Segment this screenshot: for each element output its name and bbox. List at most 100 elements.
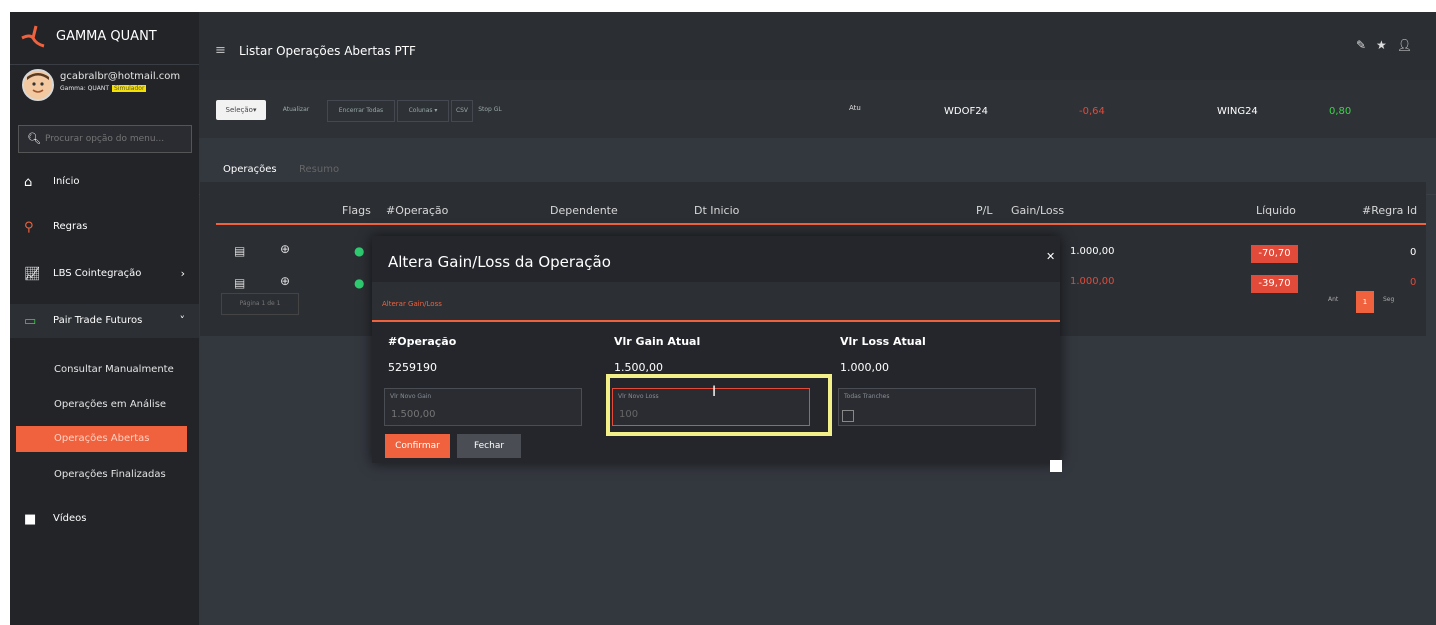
tab-operacoes[interactable]: Operações [223, 164, 277, 175]
page-title: Listar Operações Abertas PTF [239, 44, 416, 58]
user-role: Gamma: QUANT Simulador [60, 85, 147, 92]
submenu-analise[interactable]: Operações em Análise [54, 399, 166, 410]
detail-icon[interactable]: ▤ [234, 276, 245, 290]
pager-next[interactable]: Seg [1383, 296, 1394, 303]
menu-toggle-icon[interactable]: ≡ [215, 43, 226, 58]
col-dt-inicio[interactable]: Dt Inicio [694, 204, 739, 217]
close-icon[interactable]: ✕ [1046, 250, 1055, 263]
modal-title: Altera Gain/Loss da Operação [388, 253, 611, 271]
sidebar-item-label: LBS Cointegração [53, 268, 142, 279]
col-regra-id[interactable]: #Regra Id [1362, 204, 1417, 217]
sidebar-item-label: Vídeos [53, 513, 87, 524]
sidebar-item-lbs[interactable]: 📈︎ LBS Cointegração › [10, 257, 199, 291]
menu-search-input[interactable] [43, 130, 187, 148]
user-role-text: Gamma: QUANT [60, 85, 109, 92]
table-header-line [216, 223, 1426, 225]
submenu-abertas[interactable]: Operações Abertas [16, 426, 187, 452]
colunas-button[interactable]: Colunas ▾ [397, 100, 449, 122]
toolbar: Seleção▾ Atualizar Encerrar Todas Coluna… [199, 80, 1436, 138]
label-gain-atual: Vlr Gain Atual [614, 335, 701, 348]
tranches-field: Todas Tranches [838, 388, 1036, 426]
row-1-regra: 0 [1410, 247, 1417, 258]
sidebar-item-label: Início [53, 176, 80, 187]
novo-gain-field[interactable]: Vlr Novo Gain [384, 388, 582, 426]
row-2-gainloss: 1.000,00 [1070, 276, 1115, 287]
selecao-button[interactable]: Seleção▾ [216, 100, 266, 120]
col-gain-loss[interactable]: Gain/Loss [1011, 204, 1064, 217]
atu-label: Atu [849, 104, 861, 112]
row-2-regra: 0 [1410, 277, 1417, 288]
tab-resumo[interactable]: Resumo [299, 164, 339, 175]
col-dependente[interactable]: Dependente [550, 204, 618, 217]
avatar-face-icon [24, 71, 52, 99]
brand: GAMMA QUANT [10, 12, 199, 65]
ticker-2: WING24 [1217, 106, 1258, 117]
submenu-consultar[interactable]: Consultar Manualmente [54, 364, 174, 375]
search-icon: ⚲ [24, 220, 34, 235]
ticker-1-value: -0,64 [1079, 106, 1105, 117]
label-operacao: #Operação [388, 335, 457, 348]
ticker-1: WDOF24 [944, 106, 988, 117]
search-icon: 🔍︎ [27, 132, 41, 145]
atualizar-button[interactable]: Atualizar [269, 100, 323, 120]
brand-name: GAMMA QUANT [56, 29, 157, 44]
value-operacao: 5259190 [388, 361, 437, 374]
novo-gain-label: Vlr Novo Gain [390, 393, 432, 400]
home-icon: ⌂ [24, 175, 33, 190]
submenu-abertas-label: Operações Abertas [54, 433, 150, 444]
annotation-highlight-box [606, 374, 832, 436]
encerrar-todas-button[interactable]: Encerrar Todas [327, 100, 395, 122]
row-1-liquido: -70,70 [1251, 245, 1298, 263]
label-loss-atual: Vlr Loss Atual [840, 335, 926, 348]
video-icon: ■ [24, 512, 37, 527]
sidebar-item-label: Regras [53, 221, 88, 232]
money-icon: ▭ [24, 314, 37, 329]
sidebar-item-pair-trade[interactable]: ▭ Pair Trade Futuros ˅ [10, 304, 199, 338]
sidebar-item-videos[interactable]: ■ Vídeos [10, 502, 199, 536]
row-1-gainloss: 1.000,00 [1070, 246, 1115, 257]
pager-current[interactable]: 1 [1356, 291, 1374, 313]
chart-icon: 📈︎ [24, 267, 41, 282]
pager-prev[interactable]: Ant [1328, 296, 1338, 303]
chevron-down-icon: ˅ [179, 314, 186, 327]
col-liquido[interactable]: Líquido [1256, 204, 1296, 217]
sidebar-item-label: Pair Trade Futuros [53, 315, 143, 326]
resize-handle[interactable] [1050, 460, 1062, 472]
csv-button[interactable]: CSV [451, 100, 473, 122]
header-actions: ✎★👤︎ [1356, 38, 1422, 52]
sidebar-item-regras[interactable]: ⚲ Regras [10, 210, 199, 244]
row-2-liquido: -39,70 [1251, 275, 1298, 293]
gamma-logo-icon [21, 25, 45, 48]
flag-icon: ● [354, 276, 365, 290]
avatar[interactable] [22, 69, 54, 101]
todas-tranches-checkbox[interactable] [842, 410, 854, 422]
user-email: gcabralbr@hotmail.com [60, 71, 181, 82]
zoom-icon[interactable]: ⊕ [280, 274, 290, 288]
text-cursor-icon: I [712, 384, 717, 400]
ticker-2-value: 0,80 [1329, 106, 1352, 117]
fechar-button[interactable]: Fechar [457, 434, 521, 458]
star-icon[interactable]: ★ [1376, 38, 1397, 52]
simulator-badge: Simulador [112, 85, 147, 92]
value-loss-atual: 1.000,00 [840, 361, 889, 374]
flag-icon: ● [354, 244, 365, 258]
user-icon[interactable]: 👤︎ [1397, 38, 1422, 52]
col-pl[interactable]: P/L [976, 204, 992, 217]
chevron-right-icon: › [180, 267, 185, 280]
tranches-label: Todas Tranches [844, 393, 890, 400]
zoom-icon[interactable]: ⊕ [280, 242, 290, 256]
detail-icon[interactable]: ▤ [234, 244, 245, 258]
stop-gl-button[interactable]: Stop GL [475, 100, 505, 120]
submenu-finalizadas[interactable]: Operações Finalizadas [54, 469, 166, 480]
novo-gain-input[interactable] [389, 406, 579, 422]
header: ≡ Listar Operações Abertas PTF ✎★👤︎ [199, 12, 1436, 80]
sidebar-item-inicio[interactable]: ⌂ Início [10, 165, 199, 199]
value-gain-atual: 1.500,00 [614, 361, 663, 374]
confirm-button[interactable]: Confirmar [385, 434, 450, 458]
edit-icon[interactable]: ✎ [1356, 38, 1376, 52]
modal-section-header: Alterar Gain/Loss [372, 282, 1060, 322]
col-flags[interactable]: Flags [342, 204, 371, 217]
modal-subtitle: Alterar Gain/Loss [382, 300, 442, 308]
col-operacao[interactable]: #Operação [386, 204, 448, 217]
menu-search[interactable]: 🔍︎ [18, 125, 192, 153]
